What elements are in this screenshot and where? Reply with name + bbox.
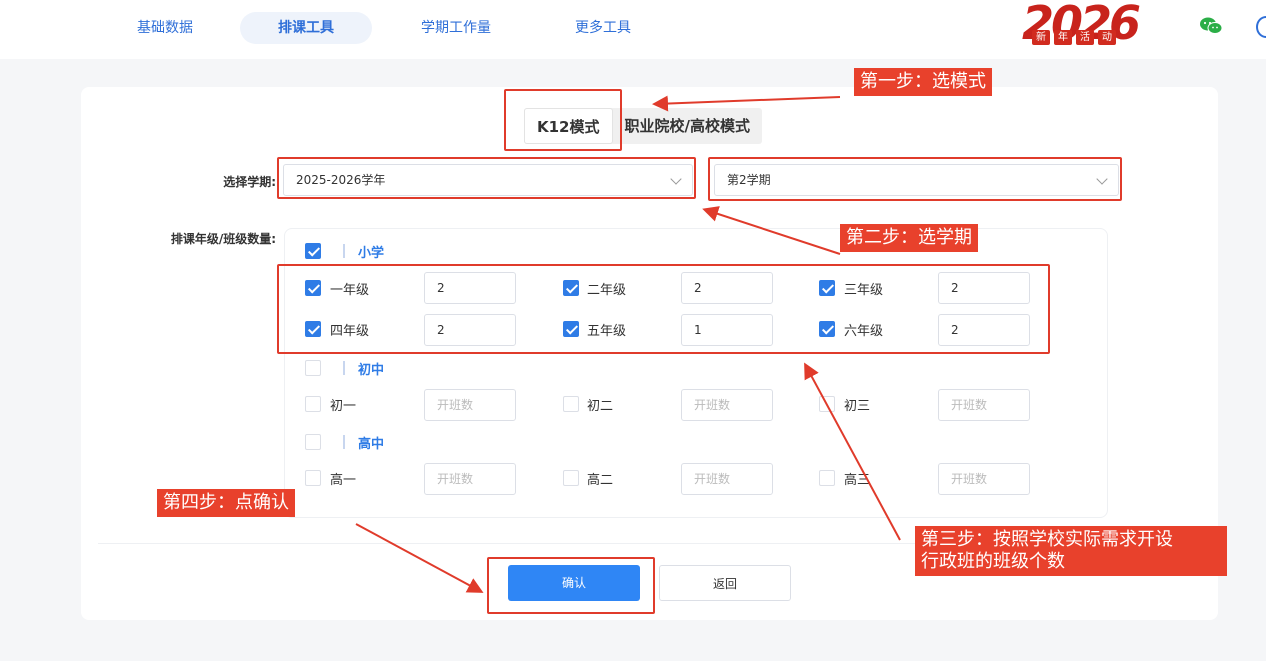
back-button[interactable]: 返回 [659, 565, 791, 601]
nav-tab-basic-data[interactable]: 基础数据 [122, 12, 208, 44]
semester-label: 选择学期: [223, 175, 276, 189]
promo-subtitle: 新 年 活 动 [1032, 30, 1116, 45]
section-divider [343, 361, 345, 375]
grade-label: 高一 [330, 473, 357, 488]
class-count-input[interactable]: 开班数 [681, 463, 773, 495]
grade-label: 高二 [587, 473, 614, 488]
grade-checkbox-12[interactable] [819, 470, 835, 486]
grade-checkbox-10[interactable] [305, 470, 321, 486]
highlight-term-box [708, 157, 1122, 201]
nav-tab-scheduling-tools[interactable]: 排课工具 [240, 12, 372, 44]
section-checkbox-senior[interactable] [305, 434, 321, 450]
section-checkbox-junior[interactable] [305, 360, 321, 376]
annotation-step2: 第二步：选学期 [840, 224, 978, 252]
section-divider [343, 435, 345, 449]
nav-tab-semester-workload[interactable]: 学期工作量 [404, 12, 508, 44]
grade-label: 初一 [330, 399, 357, 414]
class-count-input[interactable]: 开班数 [424, 389, 516, 421]
customer-service-icon[interactable] [1256, 16, 1266, 38]
grade-checkbox-8[interactable] [563, 396, 579, 412]
grades-label: 排课年级/班级数量: [170, 232, 276, 246]
class-count-input[interactable]: 开班数 [424, 463, 516, 495]
grade-label: 初二 [587, 399, 614, 414]
highlight-mode-box [504, 89, 622, 151]
highlight-confirm-box [487, 557, 655, 614]
grade-checkbox-9[interactable] [819, 396, 835, 412]
nav-tab-more-tools[interactable]: 更多工具 [560, 12, 646, 44]
highlight-grades-box [277, 264, 1050, 354]
class-count-input[interactable]: 开班数 [938, 463, 1030, 495]
section-title-primary: 小学 [358, 246, 385, 261]
annotation-step1: 第一步：选模式 [854, 68, 992, 96]
top-nav-bar: 基础数据 排课工具 学期工作量 更多工具 2026 新 年 活 动 [0, 0, 1266, 59]
class-count-input[interactable]: 开班数 [938, 389, 1030, 421]
class-count-input[interactable]: 开班数 [681, 389, 773, 421]
grade-checkbox-7[interactable] [305, 396, 321, 412]
section-title-junior: 初中 [358, 363, 385, 378]
annotation-step3: 第三步：按照学校实际需求开设 行政班的班级个数 [915, 526, 1227, 576]
annotation-step4: 第四步：点确认 [157, 489, 295, 517]
wechat-icon[interactable] [1199, 16, 1223, 36]
section-checkbox-primary[interactable] [305, 243, 321, 259]
section-divider [343, 244, 345, 258]
new-year-promo-banner[interactable]: 2026 新 年 活 动 [1018, 0, 1142, 50]
highlight-year-box [277, 157, 696, 199]
grade-label: 初三 [844, 399, 871, 414]
section-title-senior: 高中 [358, 437, 385, 452]
annotation-step3-line2: 行政班的班级个数 [921, 551, 1065, 572]
grade-label: 高三 [844, 473, 871, 488]
grade-checkbox-11[interactable] [563, 470, 579, 486]
mode-tab-vocational-college[interactable]: 职业院校/高校模式 [613, 108, 762, 144]
annotation-step3-line1: 第三步：按照学校实际需求开设 [921, 529, 1173, 550]
